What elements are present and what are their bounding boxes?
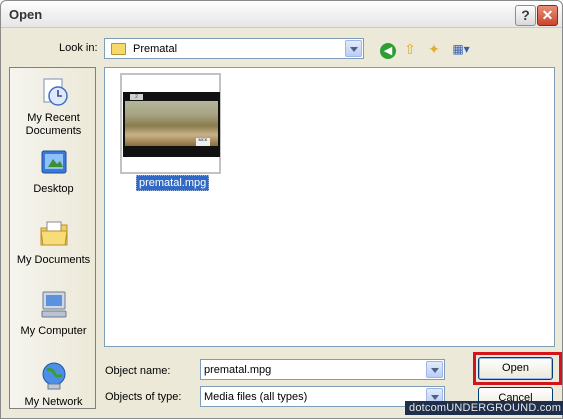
new-folder-icon[interactable]: ✦: [424, 39, 444, 59]
file-thumbnail[interactable]: 2 MCK: [120, 73, 221, 174]
chevron-down-icon[interactable]: [426, 361, 443, 378]
up-one-level-icon[interactable]: ⇧: [400, 39, 420, 59]
video-thumbnail-image: 2 MCK: [123, 92, 220, 157]
place-my-network[interactable]: My Network: [10, 360, 97, 409]
look-in-value: Prematal: [133, 43, 178, 55]
window-title: Open: [9, 7, 43, 22]
place-label: Desktop: [33, 183, 74, 195]
back-button[interactable]: ◀: [378, 39, 398, 59]
documents-folder-icon: [39, 221, 68, 246]
network-icon: [42, 362, 65, 390]
object-name-value: prematal.mpg: [204, 364, 272, 376]
back-arrow-icon: ◀: [380, 43, 396, 59]
thumbnail-badge: MCK: [196, 138, 210, 146]
place-desktop[interactable]: Desktop: [10, 147, 97, 196]
place-my-documents[interactable]: My Documents: [10, 218, 97, 267]
file-name-label[interactable]: prematal.mpg: [136, 175, 210, 191]
views-menu-icon[interactable]: ▦▾: [447, 39, 475, 59]
place-label: My Documents: [16, 254, 91, 266]
look-in-dropdown[interactable]: Prematal: [104, 38, 364, 59]
place-my-recent-documents[interactable]: My Recent Documents: [10, 76, 97, 138]
look-in-label: Look in:: [59, 42, 98, 54]
folder-icon: [111, 43, 126, 55]
object-name-label: Object name:: [105, 365, 171, 377]
place-label: My Recent Documents: [25, 112, 82, 137]
places-bar: My Recent Documents Desktop My Documents: [9, 67, 96, 409]
recent-documents-icon: [43, 78, 68, 106]
open-dialog: Open ? ✕ Look in: Prematal ◀ ⇧ ✦ ▦▾ My R…: [0, 0, 563, 419]
place-my-computer[interactable]: My Computer: [10, 289, 97, 338]
chevron-down-icon[interactable]: [345, 40, 362, 57]
objects-of-type-value: Media files (all types): [204, 391, 308, 403]
computer-icon: [41, 291, 66, 318]
title-bar[interactable]: Open ? ✕: [1, 1, 562, 28]
help-button[interactable]: ?: [515, 5, 536, 26]
desktop-icon: [41, 150, 66, 174]
object-name-input[interactable]: prematal.mpg: [200, 359, 445, 380]
channel-logo: 2: [130, 94, 143, 100]
close-button[interactable]: ✕: [537, 5, 558, 26]
file-list[interactable]: 2 MCK prematal.mpg: [104, 67, 555, 347]
watermark: dotcomUNDERGROUND.com: [405, 401, 563, 415]
place-label: My Network: [24, 396, 83, 408]
open-button[interactable]: Open: [478, 357, 553, 380]
place-label: My Computer: [20, 325, 87, 337]
objects-of-type-label: Objects of type:: [105, 391, 182, 403]
